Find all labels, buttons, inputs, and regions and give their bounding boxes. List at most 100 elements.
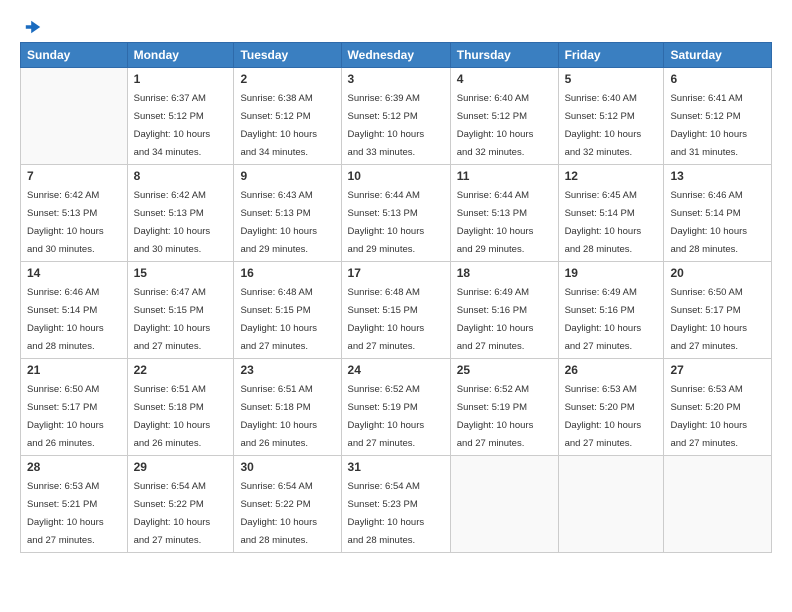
day-number: 13 [670,169,765,183]
calendar-cell: 23 Sunrise: 6:51 AM Sunset: 5:18 PM Dayli… [234,359,341,456]
day-header: Monday [127,43,234,68]
day-number: 5 [565,72,658,86]
calendar-cell: 15 Sunrise: 6:47 AM Sunset: 5:15 PM Dayli… [127,262,234,359]
day-info: Sunrise: 6:54 AM Sunset: 5:22 PM Dayligh… [240,481,317,546]
day-info: Sunrise: 6:54 AM Sunset: 5:22 PM Dayligh… [134,481,211,546]
day-info: Sunrise: 6:52 AM Sunset: 5:19 PM Dayligh… [348,384,425,449]
logo-text [20,18,42,36]
day-number: 19 [565,266,658,280]
calendar-cell: 31 Sunrise: 6:54 AM Sunset: 5:23 PM Dayli… [341,456,450,553]
calendar-cell [450,456,558,553]
day-info: Sunrise: 6:51 AM Sunset: 5:18 PM Dayligh… [240,384,317,449]
calendar-cell: 27 Sunrise: 6:53 AM Sunset: 5:20 PM Dayli… [664,359,772,456]
day-info: Sunrise: 6:40 AM Sunset: 5:12 PM Dayligh… [565,93,642,158]
day-number: 9 [240,169,334,183]
day-info: Sunrise: 6:41 AM Sunset: 5:12 PM Dayligh… [670,93,747,158]
day-number: 3 [348,72,444,86]
calendar-cell: 6 Sunrise: 6:41 AM Sunset: 5:12 PM Daylig… [664,68,772,165]
calendar-cell [21,68,128,165]
day-number: 27 [670,363,765,377]
calendar-cell: 17 Sunrise: 6:48 AM Sunset: 5:15 PM Dayli… [341,262,450,359]
day-info: Sunrise: 6:54 AM Sunset: 5:23 PM Dayligh… [348,481,425,546]
page: SundayMondayTuesdayWednesdayThursdayFrid… [0,0,792,612]
calendar-cell [558,456,664,553]
calendar-cell [664,456,772,553]
day-number: 6 [670,72,765,86]
day-number: 4 [457,72,552,86]
day-info: Sunrise: 6:48 AM Sunset: 5:15 PM Dayligh… [240,287,317,352]
day-number: 24 [348,363,444,377]
calendar-cell: 29 Sunrise: 6:54 AM Sunset: 5:22 PM Dayli… [127,456,234,553]
day-info: Sunrise: 6:40 AM Sunset: 5:12 PM Dayligh… [457,93,534,158]
day-number: 2 [240,72,334,86]
day-number: 20 [670,266,765,280]
calendar-cell: 28 Sunrise: 6:53 AM Sunset: 5:21 PM Dayli… [21,456,128,553]
calendar-cell: 11Sunrise: 6:44 AM Sunset: 5:13 PM Dayli… [450,165,558,262]
day-number: 8 [134,169,228,183]
calendar-cell: 4 Sunrise: 6:40 AM Sunset: 5:12 PM Daylig… [450,68,558,165]
calendar-cell: 26 Sunrise: 6:53 AM Sunset: 5:20 PM Dayli… [558,359,664,456]
calendar-cell: 7 Sunrise: 6:42 AM Sunset: 5:13 PM Daylig… [21,165,128,262]
day-number: 14 [27,266,121,280]
day-header: Thursday [450,43,558,68]
day-info: Sunrise: 6:53 AM Sunset: 5:20 PM Dayligh… [565,384,642,449]
day-number: 23 [240,363,334,377]
calendar-cell: 12 Sunrise: 6:45 AM Sunset: 5:14 PM Dayli… [558,165,664,262]
day-info: Sunrise: 6:52 AM Sunset: 5:19 PM Dayligh… [457,384,534,449]
day-info: Sunrise: 6:45 AM Sunset: 5:14 PM Dayligh… [565,190,642,255]
day-info: Sunrise: 6:49 AM Sunset: 5:16 PM Dayligh… [565,287,642,352]
calendar-cell: 14 Sunrise: 6:46 AM Sunset: 5:14 PM Dayli… [21,262,128,359]
day-info: Sunrise: 6:37 AM Sunset: 5:12 PM Dayligh… [134,93,211,158]
day-number: 22 [134,363,228,377]
day-number: 16 [240,266,334,280]
day-info: Sunrise: 6:44 AM Sunset: 5:13 PM Dayligh… [457,190,534,255]
day-header: Friday [558,43,664,68]
header [20,18,772,32]
day-info: Sunrise: 6:46 AM Sunset: 5:14 PM Dayligh… [27,287,104,352]
day-number: 31 [348,460,444,474]
day-number: 29 [134,460,228,474]
calendar-cell: 24 Sunrise: 6:52 AM Sunset: 5:19 PM Dayli… [341,359,450,456]
day-number: 17 [348,266,444,280]
day-number: 7 [27,169,121,183]
day-number: 28 [27,460,121,474]
day-number: 30 [240,460,334,474]
day-number: 26 [565,363,658,377]
day-info: Sunrise: 6:50 AM Sunset: 5:17 PM Dayligh… [670,287,747,352]
calendar-cell: 20 Sunrise: 6:50 AM Sunset: 5:17 PM Dayli… [664,262,772,359]
day-info: Sunrise: 6:53 AM Sunset: 5:20 PM Dayligh… [670,384,747,449]
day-number: 18 [457,266,552,280]
day-info: Sunrise: 6:42 AM Sunset: 5:13 PM Dayligh… [134,190,211,255]
calendar-cell: 22 Sunrise: 6:51 AM Sunset: 5:18 PM Dayli… [127,359,234,456]
day-header: Tuesday [234,43,341,68]
day-number: 12 [565,169,658,183]
logo-icon [24,18,42,36]
day-info: Sunrise: 6:38 AM Sunset: 5:12 PM Dayligh… [240,93,317,158]
day-number: 15 [134,266,228,280]
calendar-cell: 3 Sunrise: 6:39 AM Sunset: 5:12 PM Daylig… [341,68,450,165]
day-info: Sunrise: 6:44 AM Sunset: 5:13 PM Dayligh… [348,190,425,255]
day-info: Sunrise: 6:47 AM Sunset: 5:15 PM Dayligh… [134,287,211,352]
calendar: SundayMondayTuesdayWednesdayThursdayFrid… [20,42,772,553]
calendar-cell: 21Sunrise: 6:50 AM Sunset: 5:17 PM Dayli… [21,359,128,456]
calendar-cell: 5 Sunrise: 6:40 AM Sunset: 5:12 PM Daylig… [558,68,664,165]
day-info: Sunrise: 6:42 AM Sunset: 5:13 PM Dayligh… [27,190,104,255]
day-info: Sunrise: 6:53 AM Sunset: 5:21 PM Dayligh… [27,481,104,546]
day-info: Sunrise: 6:46 AM Sunset: 5:14 PM Dayligh… [670,190,747,255]
calendar-cell: 8 Sunrise: 6:42 AM Sunset: 5:13 PM Daylig… [127,165,234,262]
day-header: Wednesday [341,43,450,68]
day-number: 21 [27,363,121,377]
day-info: Sunrise: 6:39 AM Sunset: 5:12 PM Dayligh… [348,93,425,158]
calendar-cell: 16 Sunrise: 6:48 AM Sunset: 5:15 PM Dayli… [234,262,341,359]
day-number: 1 [134,72,228,86]
calendar-cell: 1 Sunrise: 6:37 AM Sunset: 5:12 PM Daylig… [127,68,234,165]
day-number: 25 [457,363,552,377]
calendar-cell: 18 Sunrise: 6:49 AM Sunset: 5:16 PM Dayli… [450,262,558,359]
day-info: Sunrise: 6:49 AM Sunset: 5:16 PM Dayligh… [457,287,534,352]
calendar-cell: 13 Sunrise: 6:46 AM Sunset: 5:14 PM Dayli… [664,165,772,262]
day-info: Sunrise: 6:51 AM Sunset: 5:18 PM Dayligh… [134,384,211,449]
calendar-cell: 25 Sunrise: 6:52 AM Sunset: 5:19 PM Dayli… [450,359,558,456]
day-header: Saturday [664,43,772,68]
day-info: Sunrise: 6:48 AM Sunset: 5:15 PM Dayligh… [348,287,425,352]
calendar-cell: 10Sunrise: 6:44 AM Sunset: 5:13 PM Dayli… [341,165,450,262]
